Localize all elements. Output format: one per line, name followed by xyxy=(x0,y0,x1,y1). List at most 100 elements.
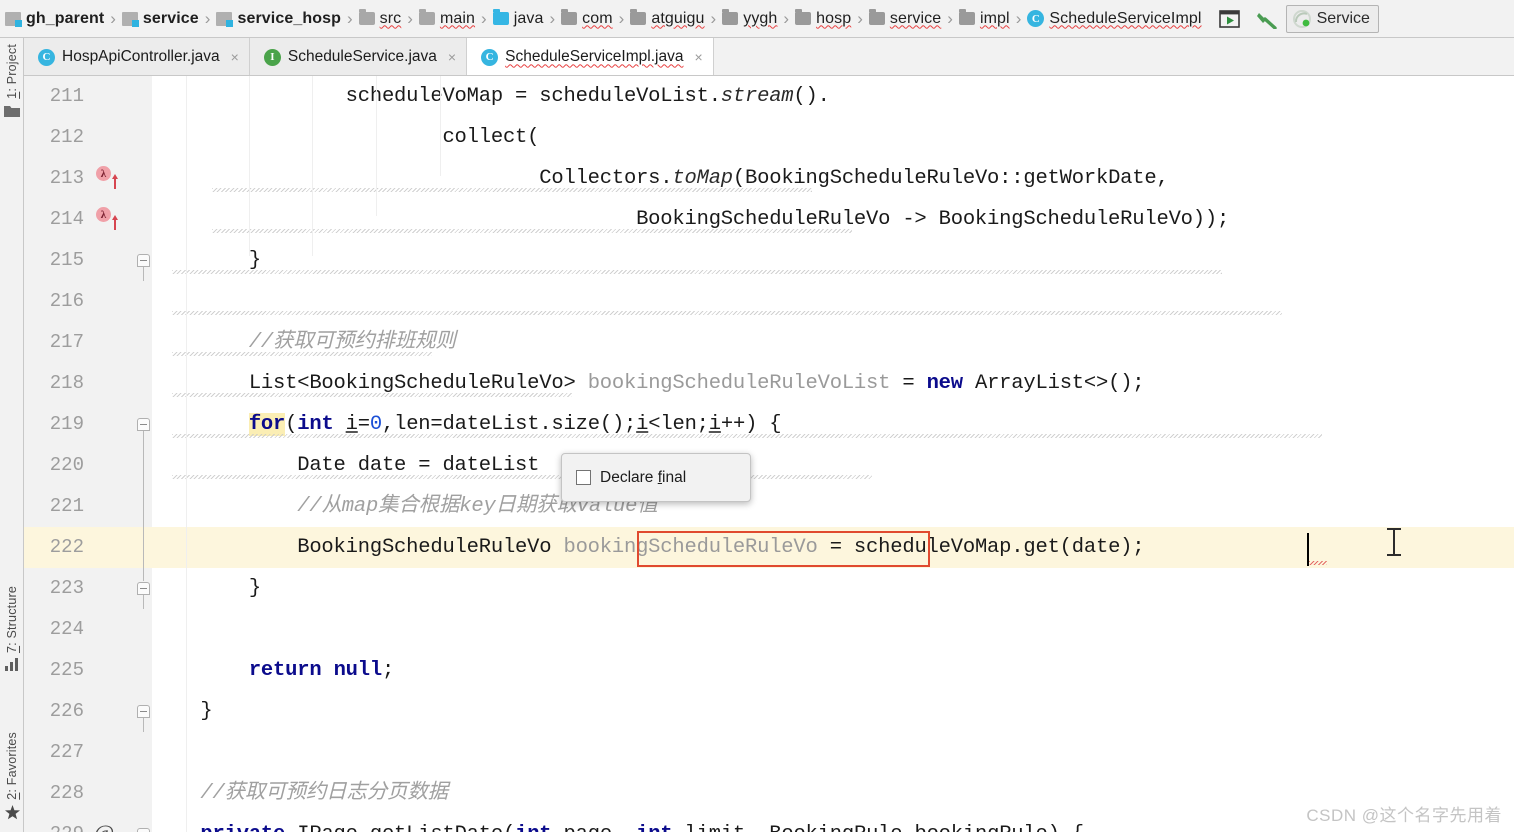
inspection-squiggle xyxy=(172,270,1222,274)
code-line[interactable] xyxy=(152,609,1514,650)
breadcrumb-item-com[interactable]: com xyxy=(558,9,616,28)
code-line[interactable]: Date date = dateList xyxy=(152,445,1514,486)
code-line-text: return null; xyxy=(248,659,395,682)
breadcrumb-item-gh_parent[interactable]: gh_parent xyxy=(2,10,107,28)
folder-icon xyxy=(418,9,435,25)
tab-label: ScheduleServiceImpl.java xyxy=(505,47,684,65)
spring-boot-icon xyxy=(1292,9,1311,28)
package-icon xyxy=(958,9,975,25)
breadcrumb-item-label: java xyxy=(513,9,544,27)
editor-gutter[interactable] xyxy=(24,76,153,832)
code-line-text: List<BookingScheduleRuleVo> bookingSched… xyxy=(152,372,1145,395)
run-configuration-selector[interactable]: Service xyxy=(1285,4,1379,33)
code-line-text: } xyxy=(152,700,213,723)
code-line[interactable] xyxy=(152,732,1514,773)
breadcrumb-item-service_hosp[interactable]: service_hosp xyxy=(213,10,343,28)
breadcrumb-item-atguigu[interactable]: atguigu xyxy=(627,9,707,28)
structure-icon xyxy=(4,658,20,672)
star-icon xyxy=(4,804,20,820)
preview-icon[interactable] xyxy=(1218,9,1240,28)
code-line-text: Date date = dateList xyxy=(152,454,540,477)
tab-hospapicontroller[interactable]: C HospApiController.java × xyxy=(24,38,250,75)
breadcrumb-item-src[interactable]: src xyxy=(356,9,405,28)
package-icon xyxy=(561,9,578,25)
code-line[interactable]: } xyxy=(152,691,1514,732)
source-folder-icon xyxy=(492,9,509,25)
left-tool-window-strip: 1: Project 7: Structure 2: Favorites xyxy=(0,38,24,832)
breadcrumb-separator: › xyxy=(407,8,413,28)
breadcrumb-item-label: main xyxy=(439,9,476,27)
code-line[interactable]: } xyxy=(152,568,1514,609)
tab-label: ScheduleService.java xyxy=(287,47,437,65)
code-line-text: //获取可预约日志分页数据 xyxy=(200,782,448,805)
watermark: CSDN @这个名字先用着 xyxy=(1306,806,1502,825)
breadcrumb-item-hosp[interactable]: hosp xyxy=(792,9,854,28)
breadcrumb-separator: › xyxy=(549,8,556,28)
code-line[interactable]: for(int i=0,len=dateList.size();i<len;i+… xyxy=(152,404,1514,445)
declare-final-label: Declare final xyxy=(600,468,687,486)
package-icon xyxy=(868,9,885,25)
sidebar-item-structure-label: 7: Structure xyxy=(5,586,19,654)
class-icon: C xyxy=(481,47,499,66)
close-icon[interactable]: × xyxy=(448,49,456,65)
sidebar-item-structure[interactable]: 7: Structure xyxy=(2,586,22,672)
inspection-squiggle xyxy=(212,229,852,233)
tab-label: HospApiController.java xyxy=(62,47,220,65)
code-line-text: Collectors.toMap(BookingScheduleRuleVo::… xyxy=(152,167,1169,190)
project-folder-icon xyxy=(4,104,20,118)
breadcrumb-item-label: impl xyxy=(979,9,1010,27)
breadcrumb-item-java[interactable]: java xyxy=(490,9,547,28)
code-line[interactable] xyxy=(152,281,1514,322)
hammer-icon[interactable] xyxy=(1256,9,1278,29)
breadcrumb-item-yygh[interactable]: yygh xyxy=(719,9,780,28)
code-line[interactable]: List<BookingScheduleRuleVo> bookingSched… xyxy=(152,363,1514,404)
breadcrumb-item-label: com xyxy=(582,9,613,27)
code-line-text: BookingScheduleRuleVo bookingScheduleRul… xyxy=(152,536,1145,559)
breadcrumb-item-impl[interactable]: impl xyxy=(956,9,1013,28)
code-line[interactable]: } xyxy=(152,240,1514,281)
code-line[interactable]: scheduleVoMap = scheduleVoList.stream(). xyxy=(152,76,1514,117)
editor-tab-bar: C HospApiController.java × I ScheduleService… xyxy=(24,38,1514,76)
breadcrumb-item-main[interactable]: main xyxy=(416,9,478,28)
breadcrumb-item-service[interactable]: service xyxy=(866,9,944,28)
breadcrumb-item-label: gh_parent xyxy=(26,9,105,27)
breadcrumb-separator: › xyxy=(618,8,625,28)
code-editor[interactable]: 211 212 213 λ 214 λ 215 216 217 218 219 220 221 222 22… xyxy=(24,76,1514,832)
breadcrumb-item-label: service_hosp xyxy=(237,9,341,27)
breadcrumb-item-label: service xyxy=(889,9,942,27)
breadcrumb-separator: › xyxy=(710,8,717,28)
module-icon xyxy=(216,11,234,27)
breadcrumb-separator: › xyxy=(857,8,863,28)
breadcrumb-item-service[interactable]: service xyxy=(119,10,202,28)
breadcrumb-item-label: src xyxy=(379,9,402,27)
breadcrumb-item-label: hosp xyxy=(816,9,852,27)
code-line[interactable]: //获取可预约排班规则 xyxy=(152,322,1514,363)
breadcrumb-item-label: atguigu xyxy=(651,9,705,27)
code-line-text: scheduleVoMap = scheduleVoList.stream(). xyxy=(152,85,830,108)
inspection-squiggle xyxy=(212,188,812,192)
package-icon xyxy=(795,9,812,25)
close-icon[interactable]: × xyxy=(231,49,239,65)
sidebar-item-favorites-label: 2: Favorites xyxy=(5,732,19,800)
declare-final-checkbox[interactable] xyxy=(576,470,591,485)
code-line[interactable]: collect( xyxy=(152,117,1514,158)
sidebar-item-project[interactable]: 1: Project xyxy=(2,44,22,118)
code-line-text: BookingScheduleRuleVo -> BookingSchedule… xyxy=(152,208,1230,231)
tab-scheduleserviceimpl[interactable]: C ScheduleServiceImpl.java × xyxy=(467,38,714,75)
code-line[interactable]: return null; xyxy=(152,650,1514,691)
code-line[interactable]: Collectors.toMap(BookingScheduleRuleVo::… xyxy=(152,158,1514,199)
breadcrumb-separator: › xyxy=(481,8,487,28)
folder-icon xyxy=(358,9,375,25)
breadcrumb-item-scheduleserviceimpl[interactable]: C ScheduleServiceImpl xyxy=(1024,10,1204,28)
sidebar-item-favorites[interactable]: 2: Favorites xyxy=(2,732,22,820)
code-line[interactable]: BookingScheduleRuleVo -> BookingSchedule… xyxy=(152,199,1514,240)
code-line-text: collect( xyxy=(152,126,540,149)
close-icon[interactable]: × xyxy=(694,49,702,65)
current-line-gutter-highlight xyxy=(24,527,152,568)
code-line[interactable]: //从map集合根据key日期获取value值 xyxy=(152,486,1514,527)
mouse-ibeam-cursor xyxy=(1387,528,1401,556)
run-configuration-label: Service xyxy=(1316,9,1370,27)
tab-scheduleservice[interactable]: I ScheduleService.java × xyxy=(249,38,468,75)
navbar-tools xyxy=(1218,9,1278,29)
declare-final-popup[interactable]: Declare final xyxy=(561,453,751,502)
